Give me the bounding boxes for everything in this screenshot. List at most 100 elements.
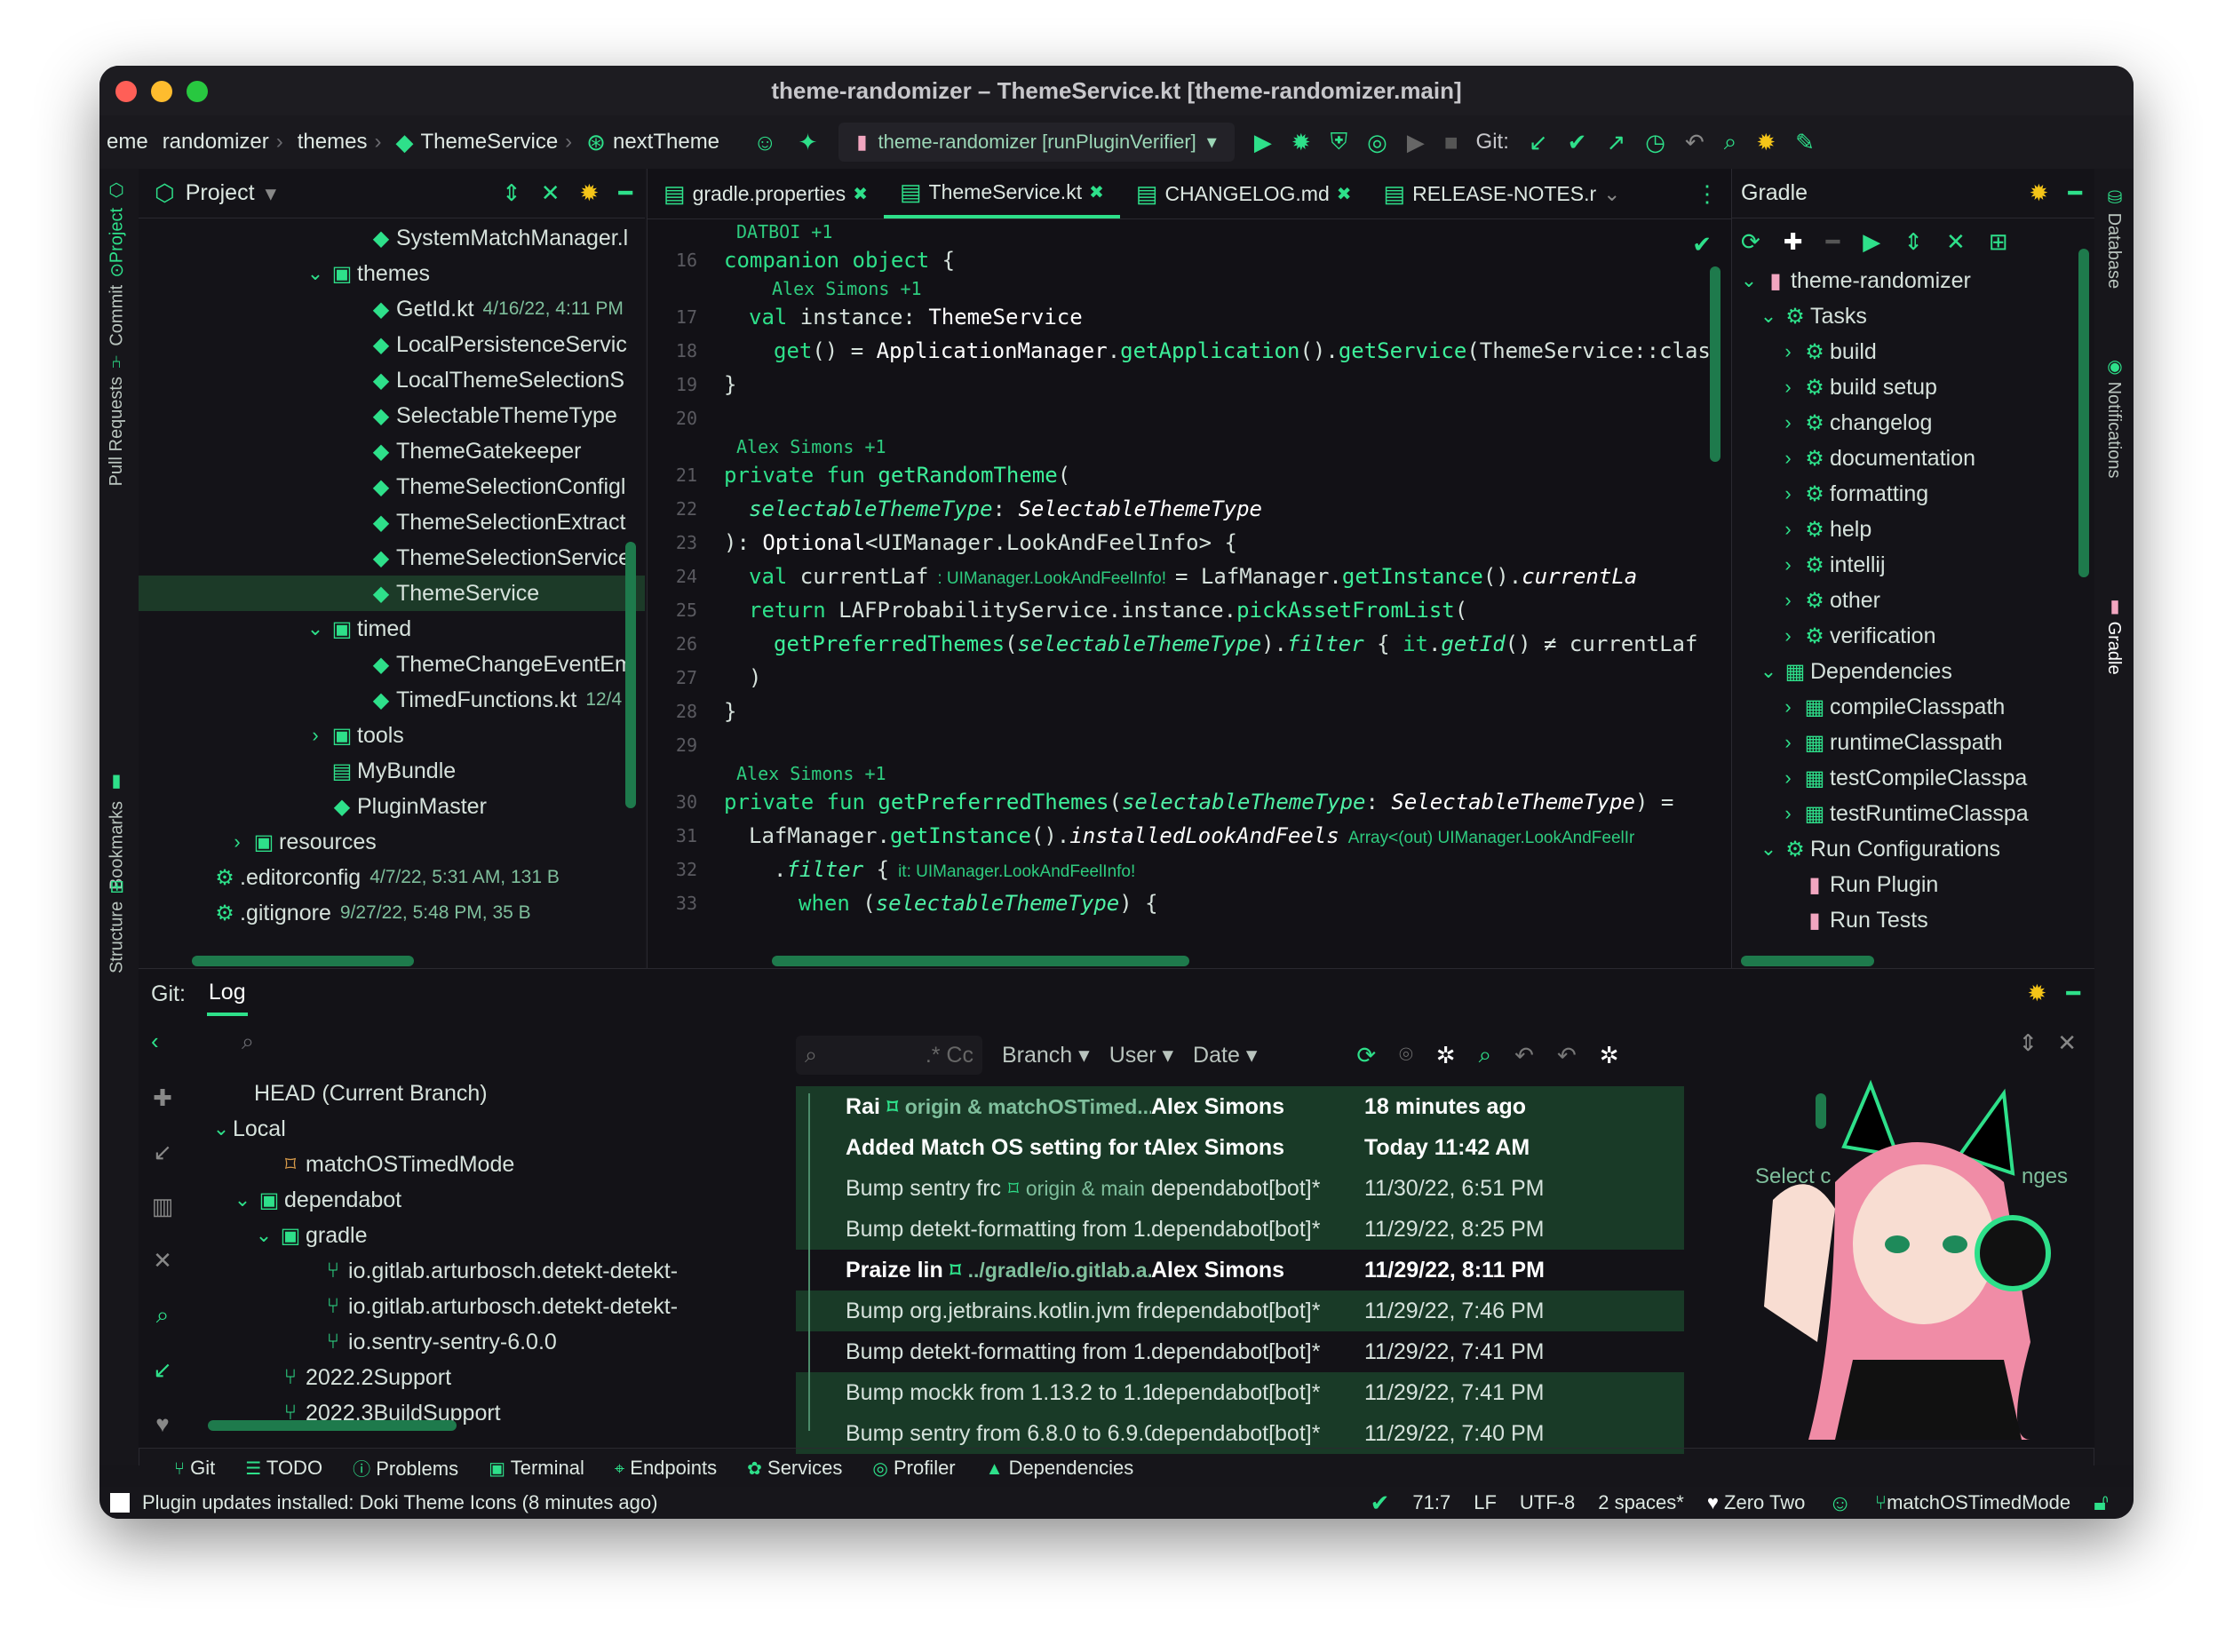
git-commit-icon[interactable]: ✔ [1568, 129, 1587, 156]
editor-tab[interactable]: ▤ gradle.properties ✖ [648, 169, 884, 218]
gear-icon[interactable]: ✹ [580, 179, 600, 207]
chevron-right-icon[interactable]: › [1776, 553, 1800, 576]
chevron-down-icon[interactable]: ⌄ [1737, 269, 1760, 292]
commit-row[interactable]: Bump detekt-formatting from 1.2 dependabo… [796, 1331, 1684, 1372]
project-tree-row[interactable]: ◆ ThemeSelectionService [139, 540, 645, 576]
editor-tab[interactable]: ▤ CHANGELOG.md ✖ [1120, 169, 1368, 218]
collapse-all-icon[interactable]: ✕ [1946, 228, 1966, 256]
gradle-tree-row[interactable]: › ▦ compileClasspath [1732, 689, 2094, 725]
project-tree-row[interactable]: ⚙ .editorconfig 4/7/22, 5:31 AM, 131 B [139, 860, 645, 895]
project-tool-tab[interactable]: Project ⬡ [107, 179, 128, 263]
tool-tab-profiler[interactable]: ◎ Profiler [872, 1457, 955, 1480]
close-tab-icon[interactable]: ✖ [853, 183, 868, 205]
date-filter[interactable]: Date ▾ [1193, 1042, 1257, 1068]
gradle-tree-row[interactable]: ▮ Run Tests [1732, 902, 2094, 938]
project-tree-row[interactable]: ◆ LocalThemeSelectionS [139, 362, 645, 398]
chevron-down-icon[interactable]: ⌄ [252, 1224, 275, 1247]
avatar[interactable]: ☺ [1828, 1489, 1852, 1517]
editor-tab[interactable]: ▤ RELEASE-NOTES.r ⌄ [1368, 169, 1637, 218]
git-user-icon[interactable]: ☺ [753, 129, 777, 156]
edit-icon[interactable]: ↙ [153, 1139, 172, 1166]
caret-position[interactable]: 71:7 [1412, 1491, 1450, 1514]
branch-row[interactable]: ⌄ ▣ dependabot [188, 1182, 766, 1218]
chevron-down-icon[interactable]: ▾ [266, 180, 277, 207]
expand-icon[interactable]: ⇕ [2018, 1029, 2038, 1057]
tool-tab-terminal[interactable]: ▣ Terminal [489, 1457, 584, 1480]
vertical-scrollbar[interactable] [1710, 266, 1720, 462]
chevron-down-icon[interactable]: ⌄ [304, 617, 327, 640]
chevron-down-icon[interactable]: ⌄ [304, 262, 327, 285]
run-icon[interactable]: ▶ [1254, 129, 1272, 156]
close-tab-icon[interactable]: ✖ [1337, 183, 1352, 205]
gradle-tree-row[interactable]: › ⚙ verification [1732, 618, 2094, 654]
theme-selector[interactable]: ♥ Zero Two [1707, 1491, 1806, 1514]
chevron-right-icon[interactable]: › [1776, 411, 1800, 434]
branch-row[interactable]: ⌑ matchOSTimedMode [188, 1147, 766, 1182]
code-author-annotation[interactable]: Alex Simons +1 [648, 435, 1731, 458]
expand-all-icon[interactable]: ⇕ [1903, 228, 1923, 256]
horizontal-scrollbar[interactable] [208, 1420, 457, 1431]
chevron-down-icon[interactable]: ⌄ [231, 1188, 254, 1211]
debug-icon[interactable]: ✹ [1291, 129, 1311, 156]
chevron-down-icon[interactable]: ⌄ [1757, 305, 1780, 328]
close-icon[interactable]: ✕ [2057, 1029, 2077, 1057]
breadcrumb-method[interactable]: ⊛ nextTheme [579, 129, 727, 156]
commit-tool-tab[interactable]: Commit ⊙ [107, 263, 128, 346]
project-tree-row[interactable]: ⚙ .gitignore 9/27/22, 5:48 PM, 35 B [139, 895, 645, 931]
cherry-pick-icon[interactable]: ⌾ [1399, 1041, 1413, 1069]
branch-row[interactable]: ⌄ Local [188, 1111, 766, 1147]
commit-row[interactable]: Added Match OS setting for tin Alex Simon… [796, 1127, 1684, 1168]
chevron-right-icon[interactable]: › [1776, 376, 1800, 399]
run-task-icon[interactable]: ▶ [1863, 228, 1880, 256]
rollback-icon[interactable]: ↶ [1685, 129, 1705, 156]
user-filter[interactable]: User ▾ [1109, 1042, 1173, 1068]
power-save-icon[interactable]: ✔ [1371, 1489, 1390, 1517]
vertical-scrollbar[interactable] [2078, 249, 2089, 577]
tool-tab-endpoints[interactable]: ⌖ Endpoints [615, 1457, 717, 1480]
tool-tab-services[interactable]: ✿ Services [747, 1457, 842, 1480]
breadcrumb-module[interactable]: eme [99, 130, 155, 155]
dependencies-icon[interactable]: ⊞ [1989, 228, 2008, 256]
database-tool-tab[interactable]: ⛁ Database [2103, 187, 2125, 289]
line-separator[interactable]: LF [1474, 1491, 1497, 1514]
hide-panel-icon[interactable]: ━ [2068, 179, 2082, 207]
gradle-tree-row[interactable]: › ⚙ build setup [1732, 369, 2094, 405]
gradle-tree-row[interactable]: ⌄ ▮ theme-randomizer [1732, 263, 2094, 298]
close-window-button[interactable] [115, 81, 137, 102]
code-area[interactable]: DATBOI +1 16 companion object { Alex Simo… [648, 220, 1731, 920]
panel-title[interactable]: Project [186, 180, 255, 206]
add-icon[interactable]: ✚ [153, 1084, 172, 1112]
search-icon[interactable]: ⌕ [1479, 1041, 1492, 1069]
status-message[interactable]: Plugin updates installed: Doki Theme Ico… [142, 1491, 657, 1514]
code-author-annotation[interactable]: Alex Simons +1 [648, 762, 1731, 785]
chevron-right-icon[interactable]: › [1776, 447, 1800, 470]
tool-tab-git[interactable]: ⑂ Git [174, 1457, 215, 1480]
chevron-right-icon[interactable]: › [226, 830, 249, 854]
project-tree-row[interactable]: ◆ SelectableThemeType [139, 398, 645, 433]
refresh-icon[interactable]: ⟳ [1356, 1041, 1376, 1069]
breadcrumb-themes[interactable]: themes › [290, 130, 389, 155]
chevron-down-icon[interactable]: ⌄ [1757, 660, 1780, 683]
commit-row[interactable]: Bump sentry frc ⌑ origin & main dependabot[… [796, 1168, 1684, 1209]
collapse-all-icon[interactable]: ✕ [541, 179, 560, 207]
undo-icon[interactable]: ↶ [1557, 1041, 1577, 1069]
gradle-tree-row[interactable]: › ▦ testCompileClasspa [1732, 760, 2094, 796]
tab-log[interactable]: Log [206, 973, 248, 1016]
commit-row[interactable]: Praize lin ⌑ ../gradle/io.gitlab.a... Alex … [796, 1250, 1684, 1291]
bookmarks-tool-tab[interactable]: Bookmarks ▮ [107, 773, 128, 890]
chevron-right-icon[interactable]: › [1776, 802, 1800, 825]
branch-row[interactable]: ⑂ io.gitlab.arturbosch.detekt-detekt- [188, 1289, 766, 1324]
project-tree-row[interactable]: ◆ ThemeChangeEventEm [139, 647, 645, 682]
chevron-down-icon[interactable]: ⌄ [210, 1117, 233, 1140]
chevron-down-icon[interactable]: ⌄ [1603, 182, 1620, 206]
branch-search-input[interactable]: ⌕ [242, 1022, 766, 1061]
horizontal-scrollbar[interactable] [192, 956, 414, 966]
gradle-tree-row[interactable]: › ⚙ help [1732, 512, 2094, 547]
zoom-window-button[interactable] [187, 81, 208, 102]
coverage-icon[interactable]: ⛨ [1331, 128, 1348, 156]
remove-icon[interactable]: ━ [1826, 228, 1840, 256]
gradle-tree-row[interactable]: › ▦ testRuntimeClasspa [1732, 796, 2094, 831]
chevron-left-icon[interactable]: ‹ [151, 1028, 159, 1055]
commit-row[interactable]: Bump org.jetbrains.kotlin.jvm fro dependa… [796, 1291, 1684, 1331]
chevron-right-icon[interactable]: › [1776, 589, 1800, 612]
